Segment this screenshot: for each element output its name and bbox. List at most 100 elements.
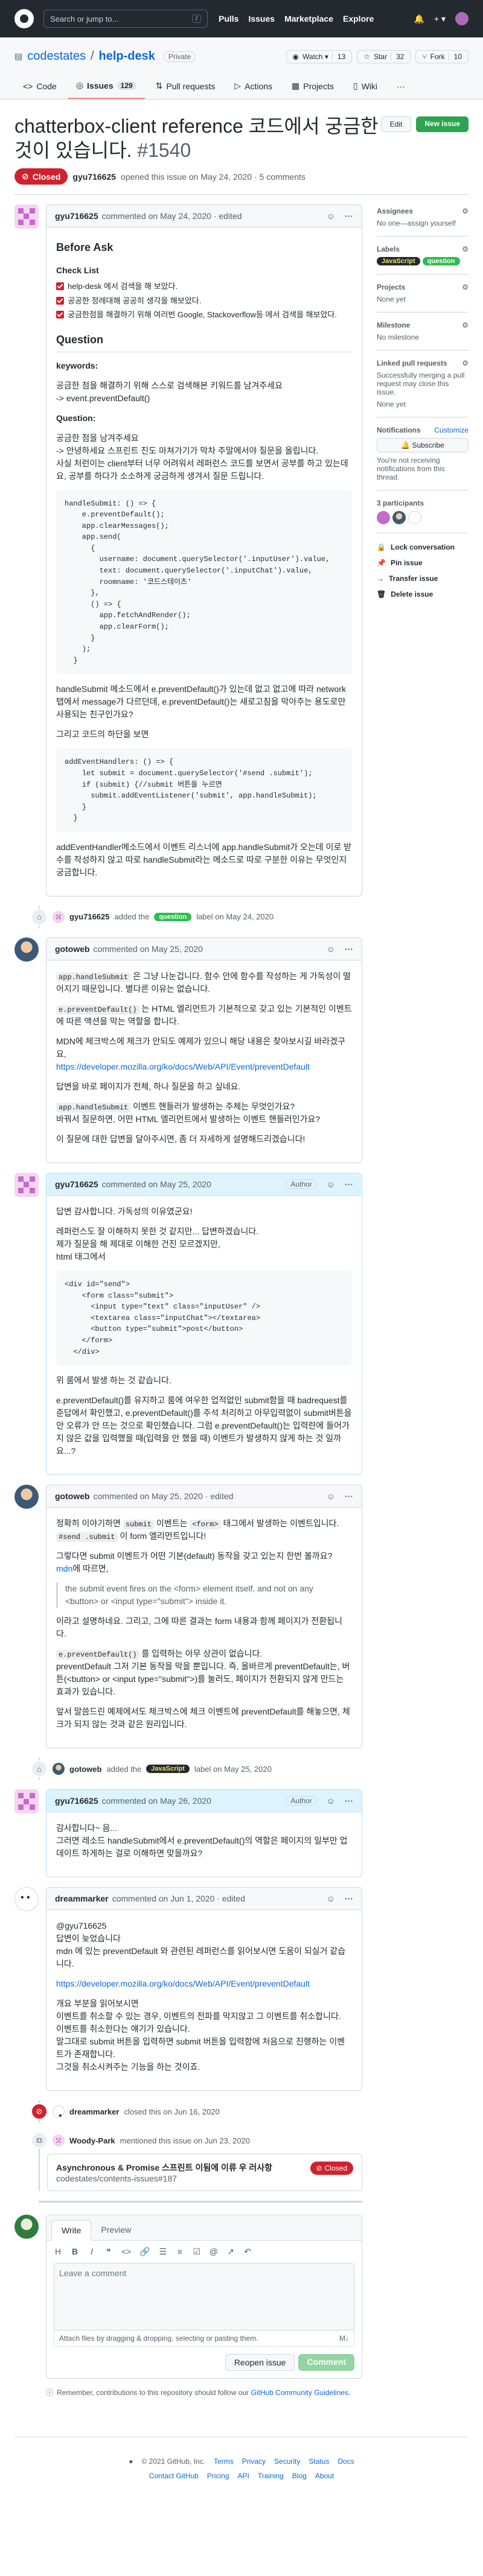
avatar[interactable] — [408, 511, 421, 524]
plus-dropdown[interactable]: + ▾ — [434, 14, 446, 24]
tab-issues[interactable]: ◎ Issues 129 — [67, 75, 145, 99]
smiley-icon[interactable]: ☺ — [327, 211, 335, 221]
comment-author[interactable]: dreammarker — [55, 1894, 109, 1903]
checkbox-checked-icon[interactable] — [56, 311, 64, 319]
mdn-link[interactable]: mdn — [56, 1564, 72, 1573]
link-icon[interactable]: 🔗 — [139, 2247, 150, 2257]
referenced-issue[interactable]: Asynchronous & Promise 스프린트 이됨에 이류 우 러사항… — [47, 2154, 362, 2192]
label-javascript[interactable]: JavaScript — [377, 257, 420, 265]
avatar[interactable] — [53, 2134, 65, 2147]
footer-link-status[interactable]: Status — [309, 2454, 329, 2469]
customize-link[interactable]: Customize — [434, 426, 469, 434]
reference-icon[interactable]: ↗ — [226, 2247, 235, 2257]
nav-explore[interactable]: Explore — [343, 14, 374, 24]
sidebar-heading[interactable]: Projects — [377, 283, 405, 291]
gear-icon[interactable]: ⚙ — [462, 321, 469, 329]
smiley-icon[interactable]: ☺ — [327, 1491, 335, 1501]
sidebar-heading[interactable]: Milestone — [377, 321, 410, 329]
transfer-issue-button[interactable]: → Transfer issue — [377, 571, 469, 586]
footer-link-pricing[interactable]: Pricing — [207, 2469, 229, 2483]
smiley-icon[interactable]: ☺ — [327, 1179, 335, 1189]
mention-icon[interactable]: @ — [210, 2247, 218, 2257]
avatar[interactable] — [14, 937, 39, 962]
tab-preview[interactable]: Preview — [91, 2220, 141, 2240]
guidelines-link[interactable]: GitHub Community Guidelines. — [251, 2388, 351, 2397]
code-icon[interactable]: <> — [121, 2247, 131, 2257]
label-question[interactable]: question — [422, 257, 460, 265]
kebab-icon[interactable]: ··· — [345, 1796, 353, 1806]
heading-icon[interactable]: H — [54, 2247, 62, 2257]
comment-author[interactable]: gotoweb — [55, 1491, 90, 1501]
checkbox-checked-icon[interactable] — [56, 296, 64, 305]
footer-link-about[interactable]: About — [315, 2469, 334, 2483]
footer-link-security[interactable]: Security — [274, 2454, 300, 2469]
footer-link-blog[interactable]: Blog — [292, 2469, 307, 2483]
nav-pulls[interactable]: Pulls — [219, 14, 238, 24]
tab-write[interactable]: Write — [51, 2220, 92, 2241]
kebab-icon[interactable]: ··· — [345, 944, 353, 954]
smiley-icon[interactable]: ☺ — [327, 1894, 335, 1903]
bell-icon[interactable]: 🔔 — [414, 14, 424, 24]
issue-author[interactable]: gyu716625 — [72, 172, 116, 182]
sidebar-heading[interactable]: Labels — [377, 245, 400, 253]
reopen-issue-button[interactable]: Reopen issue — [225, 2354, 295, 2371]
referenced-issue-link[interactable]: codestates/contents-issues#187 — [56, 2174, 272, 2183]
avatar[interactable] — [392, 511, 406, 524]
footer-link-api[interactable]: API — [238, 2469, 249, 2483]
mdn-link[interactable]: https://developer.mozilla.org/ko/docs/We… — [56, 1979, 310, 1988]
avatar[interactable] — [53, 1763, 65, 1775]
avatar[interactable] — [14, 1789, 39, 1814]
smiley-icon[interactable]: ☺ — [327, 944, 335, 954]
comment-author[interactable]: gyu716625 — [55, 1179, 98, 1189]
tab-projects[interactable]: ▦ Projects — [283, 75, 342, 99]
footer-link-training[interactable]: Training — [258, 2469, 284, 2483]
ordered-list-icon[interactable]: ≡ — [176, 2247, 184, 2257]
new-issue-button[interactable]: New issue — [416, 116, 469, 132]
comment-author[interactable]: gyu716625 — [55, 211, 98, 221]
unordered-list-icon[interactable]: ☰ — [159, 2247, 167, 2257]
watch-button[interactable]: ◉ Watch ▾ 13 — [286, 49, 353, 63]
gear-icon[interactable]: ⚙ — [462, 283, 469, 291]
avatar[interactable] — [14, 1485, 39, 1509]
repo-name-link[interactable]: help-desk — [99, 49, 155, 63]
event-actor[interactable]: dreammarker — [69, 2107, 119, 2116]
gear-icon[interactable]: ⚙ — [462, 207, 469, 215]
sidebar-heading[interactable]: Linked pull requests — [377, 359, 447, 367]
footer-link-docs[interactable]: Docs — [337, 2454, 354, 2469]
avatar[interactable] — [53, 2105, 65, 2118]
footer-link-privacy[interactable]: Privacy — [242, 2454, 266, 2469]
nav-marketplace[interactable]: Marketplace — [284, 14, 333, 24]
delete-issue-button[interactable]: 🗑 Delete issue — [377, 586, 469, 602]
referenced-issue-title[interactable]: Asynchronous & Promise 스프린트 이됨에 이류 우 러사항 — [56, 2162, 272, 2174]
label-javascript[interactable]: JavaScript — [146, 1765, 190, 1774]
footer-link-terms[interactable]: Terms — [214, 2454, 234, 2469]
kebab-icon[interactable]: ··· — [345, 211, 353, 221]
github-mark-icon[interactable]: ● — [129, 2454, 133, 2469]
quote-icon[interactable]: ❝ — [104, 2247, 113, 2257]
avatar[interactable] — [14, 1887, 39, 1912]
search-input[interactable]: Search or jump to... / — [43, 10, 208, 28]
comment-author[interactable]: gyu716625 — [55, 1796, 98, 1806]
user-avatar[interactable] — [455, 12, 469, 25]
event-actor[interactable]: gyu716625 — [69, 912, 110, 921]
comment-author[interactable]: gotoweb — [55, 944, 90, 954]
edit-title-button[interactable]: Edit — [380, 116, 412, 132]
repo-owner-link[interactable]: codestates — [27, 49, 86, 63]
gear-icon[interactable]: ⚙ — [462, 359, 469, 367]
tab-actions[interactable]: ▷ Actions — [226, 75, 281, 99]
label-question[interactable]: question — [154, 912, 192, 921]
lock-conversation-button[interactable]: 🔒 Lock conversation — [377, 539, 469, 555]
assignees-value[interactable]: No one—assign yourself — [377, 219, 469, 227]
footer-link-contact[interactable]: Contact GitHub — [149, 2469, 199, 2483]
avatar[interactable] — [14, 205, 39, 229]
avatar[interactable] — [377, 511, 390, 524]
tab-code[interactable]: <> Code — [14, 75, 65, 99]
attach-files[interactable]: Attach files by dragging & dropping, sel… — [54, 2330, 354, 2347]
kebab-icon[interactable]: ··· — [345, 1894, 353, 1903]
italic-icon[interactable]: I — [88, 2247, 96, 2257]
kebab-icon[interactable]: ··· — [345, 1179, 353, 1189]
kebab-icon[interactable]: ··· — [345, 1491, 353, 1501]
bold-icon[interactable]: B — [71, 2247, 79, 2257]
event-actor[interactable]: gotoweb — [69, 1765, 101, 1774]
gear-icon[interactable]: ⚙ — [462, 245, 469, 253]
